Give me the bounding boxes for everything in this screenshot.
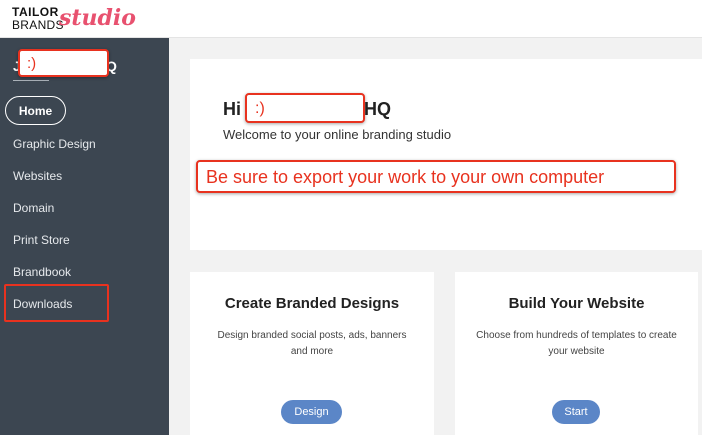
welcome-card: Hi HQ Welcome to your online branding st… <box>190 59 702 250</box>
card-description: Choose from hundreds of templates to cre… <box>476 330 677 357</box>
welcome-subtitle: Welcome to your online branding studio <box>223 127 452 142</box>
export-reminder-note: Be sure to export your work to your own … <box>196 160 676 193</box>
logo-studio-script: studio <box>59 5 136 31</box>
sidebar-item-print-store[interactable]: Print Store <box>13 233 70 247</box>
downloads-highlight-box <box>4 284 109 322</box>
redaction-box-greeting-name: :) <box>245 93 365 123</box>
design-button[interactable]: Design <box>281 400 342 424</box>
greeting-name-suffix: HQ <box>364 99 391 119</box>
sidebar-item-websites[interactable]: Websites <box>13 169 62 183</box>
card-description: Design branded social posts, ads, banner… <box>217 330 407 357</box>
create-branded-designs-card: Create Branded Designs Design branded so… <box>190 272 434 435</box>
card-title: Build Your Website <box>508 295 645 312</box>
logo-brands-text: BRANDS <box>12 18 64 32</box>
smiley-text: :) <box>255 100 265 117</box>
start-button[interactable]: Start <box>552 400 600 424</box>
sidebar-item-graphic-design[interactable]: Graphic Design <box>13 137 96 151</box>
redaction-box-sidebar-name: :) <box>18 49 109 77</box>
card-title: Create Branded Designs <box>224 295 400 312</box>
top-bar: TAILOR BRANDS studio <box>0 0 702 38</box>
build-website-card: Build Your Website Choose from hundreds … <box>455 272 698 435</box>
workspace-underline <box>13 80 49 81</box>
sidebar-item-home[interactable]: Home <box>5 96 66 125</box>
export-reminder-text: Be sure to export your work to your own … <box>206 167 605 187</box>
sidebar-item-domain[interactable]: Domain <box>13 201 54 215</box>
sidebar-item-brandbook[interactable]: Brandbook <box>13 265 71 279</box>
greeting-text: Hi <box>223 99 241 119</box>
smiley-text: :) <box>27 55 37 72</box>
sidebar: J Q Home Graphic Design Websites Domain … <box>0 38 169 435</box>
